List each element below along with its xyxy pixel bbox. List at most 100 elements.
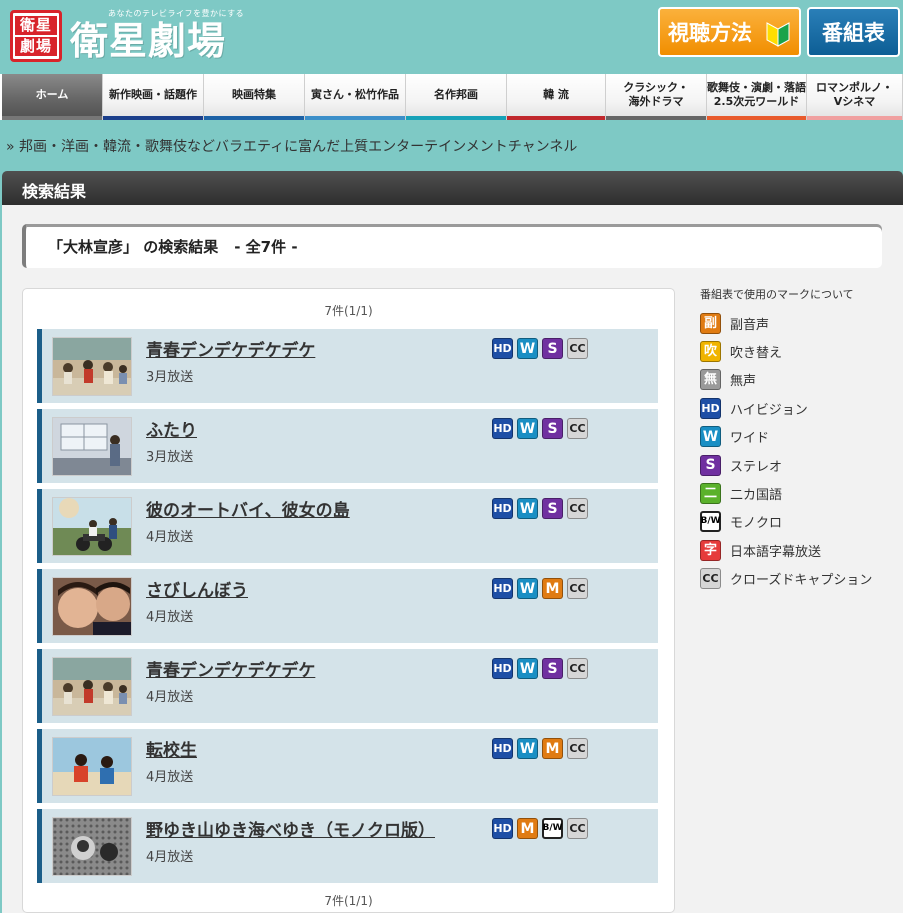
cc-mark-icon: CC — [567, 658, 588, 679]
nav-item-6[interactable]: クラシック・ 海外ドラマ — [606, 74, 707, 120]
panel-header: 検索結果 — [2, 171, 903, 205]
legend-row: B/W モノクロ — [700, 508, 900, 536]
w-mark-icon: W — [517, 498, 538, 519]
legend-row: W ワイド — [700, 423, 900, 451]
nav-item-1[interactable]: 新作映画・話題作 — [103, 74, 204, 120]
result-title-link[interactable]: ふたり — [146, 416, 197, 441]
nav-item-8[interactable]: ロマンポルノ・ Vシネマ — [807, 74, 903, 120]
result-title-link[interactable]: 青春デンデケデケデケ — [146, 656, 315, 681]
result-thumbnail[interactable] — [52, 817, 132, 876]
result-marks: HD W S CC — [492, 338, 588, 359]
nav-item-4[interactable]: 名作邦画 — [406, 74, 507, 120]
result-broadcast-month: 4月放送 — [146, 530, 194, 545]
cc-mark-icon: CC — [567, 578, 588, 599]
cc-mark-icon: CC — [567, 818, 588, 839]
result-thumbnail[interactable] — [52, 417, 132, 476]
result-title-link[interactable]: 青春デンデケデケデケ — [146, 336, 315, 361]
nav-item-label: クラシック・ 海外ドラマ — [623, 81, 689, 108]
nav-item-3[interactable]: 寅さん・松竹作品 — [305, 74, 406, 120]
pager-top: 7件(1/1) — [324, 304, 373, 318]
legend-row: CC クローズドキャプション — [700, 565, 900, 593]
nav-item-label: 映画特集 — [232, 88, 276, 101]
m-mark-icon: M — [542, 578, 563, 599]
result-thumbnail[interactable] — [52, 737, 132, 796]
result-row: ふたり 3月放送 HD W S CC — [37, 409, 658, 483]
fuku-mark-icon: 副 — [700, 312, 721, 334]
result-marks: HD W S CC — [492, 498, 588, 519]
beginner-mark-icon — [766, 22, 790, 47]
legend-label: クローズドキャプション — [730, 573, 873, 589]
nav-item-label: 新作映画・話題作 — [109, 88, 197, 101]
legend-label: ハイビジョン — [730, 402, 808, 418]
result-thumbnail[interactable] — [52, 337, 132, 396]
result-title-link[interactable]: さびしんぼう — [146, 576, 248, 601]
w-mark-icon: W — [517, 658, 538, 679]
legend-label: 吹き替え — [730, 346, 783, 362]
result-row: 転校生 4月放送 HD W M CC — [37, 729, 658, 803]
result-marks: HD W M CC — [492, 738, 588, 759]
howto-button[interactable]: 視聴方法 — [658, 7, 801, 57]
nav-item-0[interactable]: ホーム — [2, 74, 103, 120]
search-query-label: 「大林宣彦」 の検索結果 — [48, 237, 219, 256]
nav-item-label: 韓 流 — [543, 88, 569, 101]
fuki-mark-icon: 吹 — [700, 341, 721, 363]
nav-item-label: ホーム — [35, 88, 69, 101]
legend-row: 吹吹き替え — [700, 337, 900, 365]
s-mark-icon: S — [700, 454, 721, 476]
result-marks: HD M B/W CC — [492, 818, 588, 839]
ji-mark-icon: 字 — [700, 539, 721, 561]
w-mark-icon: W — [700, 426, 721, 448]
hd-mark-icon: HD — [700, 397, 721, 419]
result-marks: HD W S CC — [492, 658, 588, 679]
schedule-button[interactable]: 番組表 — [807, 7, 900, 57]
panel-title: 検索結果 — [22, 182, 87, 201]
pager-bottom: 7件(1/1) — [324, 894, 373, 908]
mu-mark-icon: 無 — [700, 369, 721, 391]
cc-mark-icon: CC — [567, 338, 588, 359]
m-mark-icon: M — [542, 738, 563, 759]
site-header: 衛星 劇場 あなたのテレビライフを豊かにする 衛星劇場 視聴方法 番組表 — [0, 0, 903, 72]
cc-mark-icon: CC — [700, 568, 721, 590]
result-broadcast-month: 3月放送 — [146, 450, 194, 465]
main-nav: ホーム 新作映画・話題作 映画特集 寅さん・松竹作品 名作邦画 韓 流 クラシック・ 海外ド… — [0, 74, 903, 120]
mark-legend: 番組表で使用のマークについて 副副音声吹吹き替え無無声 HD ハイビジョン W ワイド S… — [700, 286, 900, 593]
w-mark-icon: W — [517, 338, 538, 359]
result-title-link[interactable]: 彼のオートバイ、彼女の島 — [146, 496, 350, 521]
nav-item-7[interactable]: 歌舞伎・演劇・落語 2.5次元ワールド — [707, 74, 807, 120]
logo-text[interactable]: 衛星劇場 — [70, 17, 226, 65]
howto-button-label: 視聴方法 — [668, 21, 752, 45]
legend-label: ワイド — [730, 431, 770, 447]
legend-label: 日本語字幕放送 — [730, 544, 822, 560]
result-thumbnail[interactable] — [52, 497, 132, 556]
result-row: 青春デンデケデケデケ 3月放送 HD W S CC — [37, 329, 658, 403]
result-broadcast-month: 3月放送 — [146, 370, 194, 385]
logo-mark-top: 衛星 — [15, 16, 57, 35]
result-thumbnail[interactable] — [52, 657, 132, 716]
legend-row: S ステレオ — [700, 451, 900, 479]
result-marks: HD W M CC — [492, 578, 588, 599]
hd-mark-icon: HD — [492, 658, 513, 679]
w-mark-icon: W — [517, 738, 538, 759]
hd-mark-icon: HD — [492, 338, 513, 359]
result-broadcast-month: 4月放送 — [146, 610, 194, 625]
result-row: さびしんぼう 4月放送 HD W M CC — [37, 569, 658, 643]
search-heading: 「大林宣彦」 の検索結果 - 全7件 - — [22, 224, 882, 268]
hd-mark-icon: HD — [492, 418, 513, 439]
legend-row: 副副音声 — [700, 309, 900, 337]
logo-mark[interactable]: 衛星 劇場 — [10, 10, 62, 62]
nika-mark-icon: 二 — [700, 483, 721, 505]
result-title-link[interactable]: 野ゆき山ゆき海べゆき（モノクロ版） — [146, 816, 435, 841]
legend-label: 無声 — [730, 374, 757, 390]
result-title-link[interactable]: 転校生 — [146, 736, 197, 761]
legend-row: HD ハイビジョン — [700, 394, 900, 422]
search-total-label: - 全7件 - — [234, 237, 298, 256]
legend-label: ステレオ — [730, 459, 783, 475]
result-row: 野ゆき山ゆき海べゆき（モノクロ版） 4月放送 HD M B/W CC — [37, 809, 658, 883]
hd-mark-icon: HD — [492, 498, 513, 519]
nav-item-2[interactable]: 映画特集 — [204, 74, 305, 120]
result-broadcast-month: 4月放送 — [146, 850, 194, 865]
w-mark-icon: W — [517, 578, 538, 599]
result-thumbnail[interactable] — [52, 577, 132, 636]
cc-mark-icon: CC — [567, 418, 588, 439]
nav-item-5[interactable]: 韓 流 — [507, 74, 606, 120]
